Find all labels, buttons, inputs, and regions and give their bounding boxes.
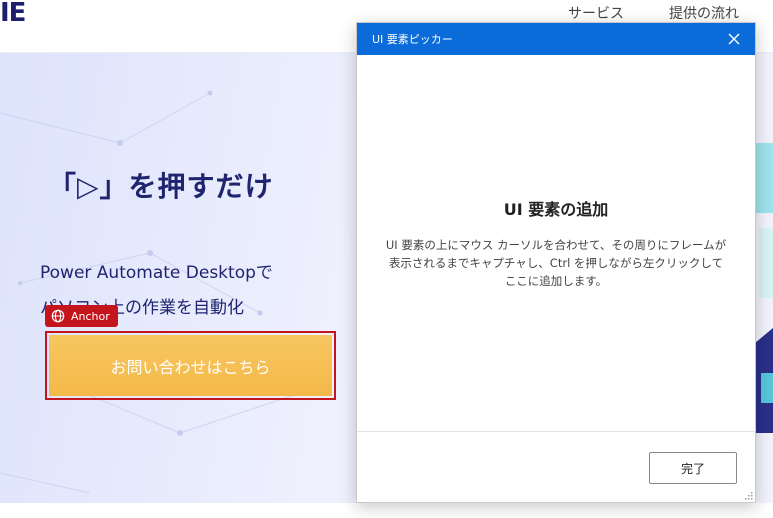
hero-subline-1: Power Automate Desktopで xyxy=(40,263,273,283)
done-button[interactable]: 完了 xyxy=(649,452,737,484)
globe-icon xyxy=(51,309,65,323)
site-logo[interactable]: IE xyxy=(0,0,26,26)
ui-element-picker-dialog: UI 要素ピッカー UI 要素の追加 UI 要素の上にマウス カーソルを合わせて… xyxy=(356,22,756,503)
dialog-titlebar[interactable]: UI 要素ピッカー xyxy=(357,23,755,55)
hero-illustration xyxy=(755,133,773,457)
dialog-heading: UI 要素の追加 xyxy=(503,200,609,219)
contact-button[interactable]: お問い合わせはこちら xyxy=(49,335,332,396)
anchor-badge: Anchor xyxy=(45,305,118,327)
dialog-description: UI 要素の上にマウス カーソルを合わせて、その周りにフレームが表示されるまでキ… xyxy=(385,238,727,288)
page-bottom-strip xyxy=(0,503,773,518)
close-icon xyxy=(728,33,740,45)
resize-grip-icon[interactable] xyxy=(743,492,753,502)
close-button[interactable] xyxy=(725,30,743,48)
dialog-footer: 完了 xyxy=(357,431,755,504)
nav-process[interactable]: 提供の流れ xyxy=(669,3,739,23)
anchor-badge-label: Anchor xyxy=(71,309,110,323)
element-highlight-frame: お問い合わせはこちら xyxy=(45,331,336,400)
hero-headline: 「▷」を押すだけ xyxy=(48,170,274,203)
nav-services[interactable]: サービス xyxy=(568,3,624,23)
dialog-title: UI 要素ピッカー xyxy=(372,33,453,46)
dialog-body: UI 要素の追加 UI 要素の上にマウス カーソルを合わせて、その周りにフレーム… xyxy=(357,55,755,431)
